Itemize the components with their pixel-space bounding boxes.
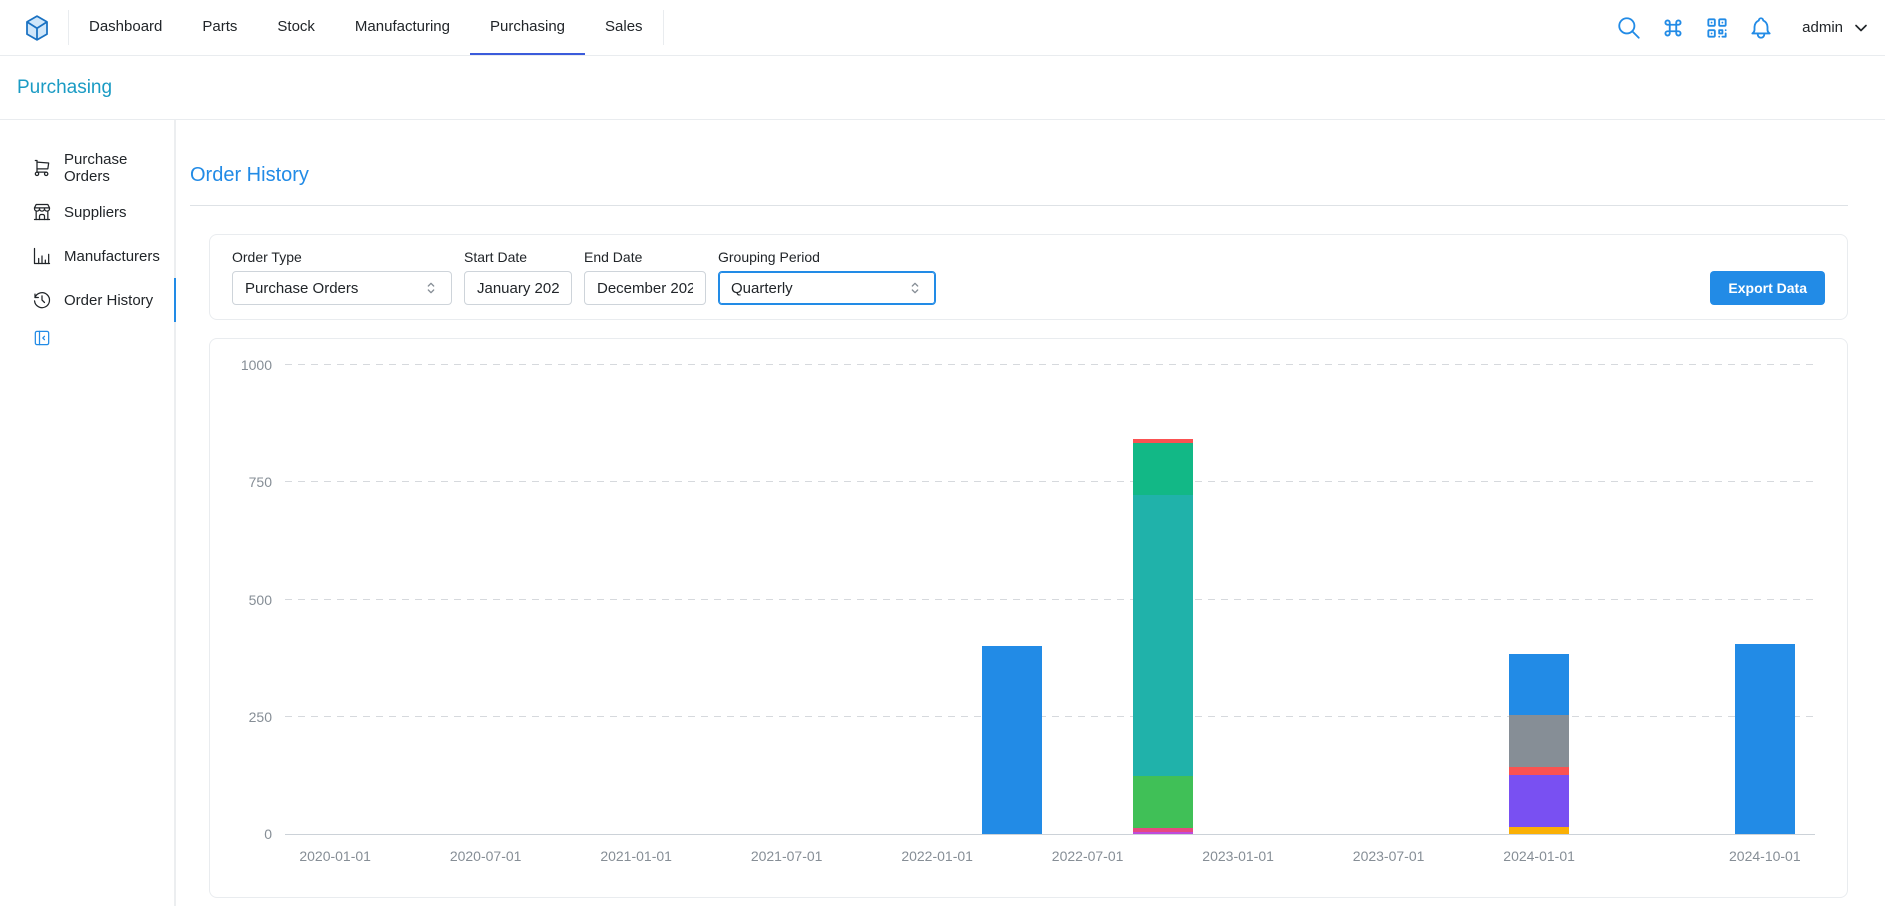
order-type-label: Order Type [232,249,452,265]
main-nav: DashboardPartsStockManufacturingPurchasi… [69,0,663,55]
sidebar-item-label: Suppliers [64,204,127,221]
x-axis-tick-label: 2020-07-01 [450,848,522,864]
gridline [285,599,1815,600]
end-date-label: End Date [584,249,706,265]
nav-tab-parts[interactable]: Parts [182,0,257,55]
gridline [285,481,1815,482]
nav-tab-sales[interactable]: Sales [585,0,663,55]
sidebar-item-label: Order History [64,292,153,309]
bar-segment[interactable] [1133,439,1193,444]
sidebar-items: Purchase Orders Suppliers Manufacturers Ord… [0,146,174,322]
search-icon[interactable] [1616,15,1642,41]
history-icon [32,290,52,310]
y-axis-tick-label: 0 [264,826,272,842]
nav-tab-purchasing[interactable]: Purchasing [470,0,585,55]
command-icon[interactable] [1660,15,1686,41]
shopping-cart-icon [32,158,52,178]
page-body: Purchase Orders Suppliers Manufacturers Ord… [0,120,1885,906]
order-type-filter: Order Type Purchase Orders [232,249,452,305]
bar-segment[interactable] [1509,654,1569,715]
bar-segment[interactable] [1509,827,1569,834]
start-date-filter: Start Date [464,249,572,305]
x-axis-tick-label: 2021-01-01 [600,848,672,864]
x-axis-tick-label: 2023-01-01 [1202,848,1274,864]
breadcrumb[interactable]: Purchasing [17,77,112,99]
breadcrumb-bar: Purchasing [0,56,1885,120]
x-axis-tick-label: 2020-01-01 [299,848,371,864]
end-date-input[interactable] [584,271,706,305]
page-title: Order History [190,164,1848,187]
title-divider [190,205,1848,206]
top-navbar: DashboardPartsStockManufacturingPurchasi… [0,0,1885,56]
x-axis-tick-label: 2024-01-01 [1503,848,1575,864]
y-axis-tick-label: 250 [249,709,272,725]
gridline [285,364,1815,365]
export-data-button[interactable]: Export Data [1710,271,1825,305]
bar-segment[interactable] [1133,828,1193,832]
sidebar-item-label: Purchase Orders [64,151,174,185]
selector-icon [423,280,439,296]
bar-segment[interactable] [1133,443,1193,495]
sidebar-item-manufacturers[interactable]: Manufacturers [0,234,176,278]
user-menu[interactable]: admin [1802,18,1871,38]
bar-segment[interactable] [1735,644,1795,834]
sidebar-item-purchase-orders[interactable]: Purchase Orders [0,146,176,190]
bar-segment[interactable] [1509,767,1569,775]
bar-segment[interactable] [1133,776,1193,828]
nav-tab-manufacturing[interactable]: Manufacturing [335,0,470,55]
sidebar-collapse-icon[interactable] [32,328,52,348]
selector-icon [907,280,923,296]
x-axis-tick-label: 2021-07-01 [751,848,823,864]
filter-panel: Order Type Purchase Orders Start Date En… [209,234,1848,320]
bar-segment[interactable] [982,646,1042,834]
bell-icon[interactable] [1748,15,1774,41]
chevron-down-icon [1851,18,1871,38]
order-history-chart-card: 0 250 500 750 1000 2020-01-01 2020-07-01 2021-0… [209,338,1848,898]
end-date-filter: End Date [584,249,706,305]
y-axis-tick-label: 750 [249,474,272,490]
sidebar-item-label: Manufacturers [64,248,160,265]
username: admin [1802,19,1843,36]
start-date-input[interactable] [464,271,572,305]
order-history-chart: 025050075010002020-01-012020-07-012021-0… [285,365,1815,835]
sidebar-item-suppliers[interactable]: Suppliers [0,190,176,234]
sidebar: Purchase Orders Suppliers Manufacturers Ord… [0,120,176,906]
x-axis-tick-label: 2022-01-01 [901,848,973,864]
grouping-period-select[interactable]: Quarterly [718,271,936,305]
bar-segment[interactable] [1133,495,1193,776]
nav-tab-stock[interactable]: Stock [257,0,335,55]
nav-divider-right [663,10,664,45]
y-axis-tick-label: 1000 [241,357,272,373]
qrcode-icon[interactable] [1704,15,1730,41]
order-type-value: Purchase Orders [245,280,358,297]
x-axis-tick-label: 2023-07-01 [1353,848,1425,864]
bar-segment[interactable] [1509,715,1569,767]
gridline [285,716,1815,717]
bar-segment[interactable] [1133,832,1193,834]
sidebar-item-order-history[interactable]: Order History [0,278,176,322]
grouping-period-value: Quarterly [731,280,793,297]
chart-bars-icon [32,246,52,266]
nav-tab-dashboard[interactable]: Dashboard [69,0,182,55]
app-logo-icon[interactable] [22,13,52,43]
y-axis-tick-label: 500 [249,592,272,608]
grouping-period-label: Grouping Period [718,249,936,265]
x-axis-tick-label: 2024-10-01 [1729,848,1801,864]
order-type-select[interactable]: Purchase Orders [232,271,452,305]
building-store-icon [32,202,52,222]
grouping-period-filter: Grouping Period Quarterly [718,249,936,305]
bar-segment[interactable] [1509,775,1569,827]
x-axis-tick-label: 2022-07-01 [1052,848,1124,864]
header-actions: admin [1616,0,1871,55]
start-date-label: Start Date [464,249,572,265]
main-content: Order History Order Type Purchase Orders… [176,120,1885,906]
